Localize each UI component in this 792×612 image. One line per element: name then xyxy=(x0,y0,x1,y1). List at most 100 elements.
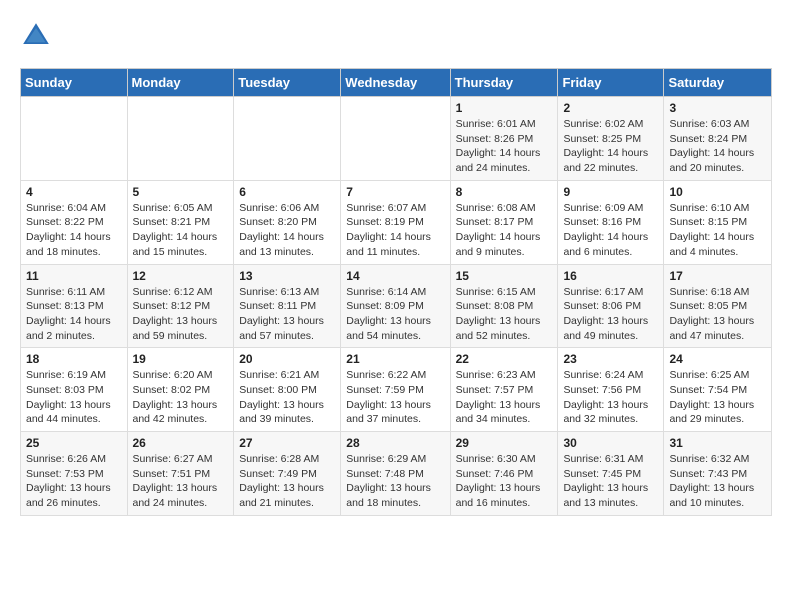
calendar-cell: 17Sunrise: 6:18 AM Sunset: 8:05 PM Dayli… xyxy=(664,264,772,348)
day-info: Sunrise: 6:31 AM Sunset: 7:45 PM Dayligh… xyxy=(563,452,658,511)
day-number: 17 xyxy=(669,269,766,283)
calendar-cell: 28 Sunrise: 6:29 AM Sunset: 7:48 PM Dayli… xyxy=(341,432,450,516)
day-info: Sunrise: 6:08 AM Sunset: 8:17 PM Dayligh… xyxy=(456,201,553,260)
day-info: Sunrise: 6:29 AM Sunset: 7:48 PM Dayligh… xyxy=(346,452,444,511)
calendar-week-row: 1 Sunrise: 6:01 AM Sunset: 8:26 PM Daylig… xyxy=(21,97,772,181)
calendar-cell: 5 Sunrise: 6:05 AM Sunset: 8:21 PM Daylig… xyxy=(127,180,234,264)
day-info: Sunrise: 6:25 AM Sunset: 7:54 PM Dayligh… xyxy=(669,368,766,427)
day-number: 23 xyxy=(563,352,658,366)
calendar-cell xyxy=(21,97,128,181)
day-number: 1 xyxy=(456,101,553,115)
column-header-friday: Friday xyxy=(558,69,664,97)
day-info: Sunrise: 6:06 AM Sunset: 8:20 PM Dayligh… xyxy=(239,201,335,260)
day-info: Sunrise: 6:24 AM Sunset: 7:56 PM Dayligh… xyxy=(563,368,658,427)
calendar-cell: 20 Sunrise: 6:21 AM Sunset: 8:00 PM Dayli… xyxy=(234,348,341,432)
calendar-cell: 4 Sunrise: 6:04 AM Sunset: 8:22 PM Daylig… xyxy=(21,180,128,264)
day-info: Sunrise: 6:30 AM Sunset: 7:46 PM Dayligh… xyxy=(456,452,553,511)
calendar-cell: 2 Sunrise: 6:02 AM Sunset: 8:25 PM Daylig… xyxy=(558,97,664,181)
day-number: 16 xyxy=(563,269,658,283)
day-number: 2 xyxy=(563,101,658,115)
logo xyxy=(20,20,58,52)
calendar-cell xyxy=(234,97,341,181)
day-number: 20 xyxy=(239,352,335,366)
calendar-cell: 21 Sunrise: 6:22 AM Sunset: 7:59 PM Dayli… xyxy=(341,348,450,432)
calendar-cell: 1 Sunrise: 6:01 AM Sunset: 8:26 PM Daylig… xyxy=(450,97,558,181)
day-number: 4 xyxy=(26,185,122,199)
column-header-monday: Monday xyxy=(127,69,234,97)
calendar-table: SundayMondayTuesdayWednesdayThursdayFrid… xyxy=(20,68,772,516)
calendar-cell: 15 Sunrise: 6:15 AM Sunset: 8:08 PM Dayli… xyxy=(450,264,558,348)
calendar-cell: 13Sunrise: 6:13 AM Sunset: 8:11 PM Dayli… xyxy=(234,264,341,348)
calendar-week-row: 25 Sunrise: 6:26 AM Sunset: 7:53 PM Dayli… xyxy=(21,432,772,516)
day-number: 24 xyxy=(669,352,766,366)
day-info: Sunrise: 6:13 AM Sunset: 8:11 PM Dayligh… xyxy=(239,285,335,344)
calendar-cell: 19 Sunrise: 6:20 AM Sunset: 8:02 PM Dayli… xyxy=(127,348,234,432)
calendar-cell: 26 Sunrise: 6:27 AM Sunset: 7:51 PM Dayli… xyxy=(127,432,234,516)
day-info: Sunrise: 6:19 AM Sunset: 8:03 PM Dayligh… xyxy=(26,368,122,427)
day-number: 6 xyxy=(239,185,335,199)
logo-icon xyxy=(20,20,52,52)
day-info: Sunrise: 6:09 AM Sunset: 8:16 PM Dayligh… xyxy=(563,201,658,260)
calendar-cell: 12 Sunrise: 6:12 AM Sunset: 8:12 PM Dayli… xyxy=(127,264,234,348)
day-number: 25 xyxy=(26,436,122,450)
calendar-cell: 27Sunrise: 6:28 AM Sunset: 7:49 PM Dayli… xyxy=(234,432,341,516)
day-info: Sunrise: 6:17 AM Sunset: 8:06 PM Dayligh… xyxy=(563,285,658,344)
day-number: 5 xyxy=(133,185,229,199)
calendar-cell: 7Sunrise: 6:07 AM Sunset: 8:19 PM Daylig… xyxy=(341,180,450,264)
day-number: 21 xyxy=(346,352,444,366)
column-header-wednesday: Wednesday xyxy=(341,69,450,97)
calendar-cell: 6 Sunrise: 6:06 AM Sunset: 8:20 PM Daylig… xyxy=(234,180,341,264)
calendar-cell: 16 Sunrise: 6:17 AM Sunset: 8:06 PM Dayli… xyxy=(558,264,664,348)
day-info: Sunrise: 6:27 AM Sunset: 7:51 PM Dayligh… xyxy=(133,452,229,511)
column-header-sunday: Sunday xyxy=(21,69,128,97)
calendar-cell: 31 Sunrise: 6:32 AM Sunset: 7:43 PM Dayli… xyxy=(664,432,772,516)
day-number: 12 xyxy=(133,269,229,283)
day-number: 9 xyxy=(563,185,658,199)
day-info: Sunrise: 6:02 AM Sunset: 8:25 PM Dayligh… xyxy=(563,117,658,176)
calendar-cell xyxy=(127,97,234,181)
day-number: 10 xyxy=(669,185,766,199)
day-info: Sunrise: 6:21 AM Sunset: 8:00 PM Dayligh… xyxy=(239,368,335,427)
column-header-thursday: Thursday xyxy=(450,69,558,97)
calendar-cell: 23 Sunrise: 6:24 AM Sunset: 7:56 PM Dayli… xyxy=(558,348,664,432)
day-info: Sunrise: 6:15 AM Sunset: 8:08 PM Dayligh… xyxy=(456,285,553,344)
day-number: 18 xyxy=(26,352,122,366)
column-header-tuesday: Tuesday xyxy=(234,69,341,97)
day-number: 11 xyxy=(26,269,122,283)
calendar-cell: 11Sunrise: 6:11 AM Sunset: 8:13 PM Dayli… xyxy=(21,264,128,348)
day-info: Sunrise: 6:01 AM Sunset: 8:26 PM Dayligh… xyxy=(456,117,553,176)
day-info: Sunrise: 6:12 AM Sunset: 8:12 PM Dayligh… xyxy=(133,285,229,344)
day-number: 31 xyxy=(669,436,766,450)
calendar-cell: 18 Sunrise: 6:19 AM Sunset: 8:03 PM Dayli… xyxy=(21,348,128,432)
day-number: 14 xyxy=(346,269,444,283)
day-number: 22 xyxy=(456,352,553,366)
day-info: Sunrise: 6:23 AM Sunset: 7:57 PM Dayligh… xyxy=(456,368,553,427)
calendar-cell: 3 Sunrise: 6:03 AM Sunset: 8:24 PM Daylig… xyxy=(664,97,772,181)
day-number: 28 xyxy=(346,436,444,450)
day-info: Sunrise: 6:32 AM Sunset: 7:43 PM Dayligh… xyxy=(669,452,766,511)
calendar-cell: 30 Sunrise: 6:31 AM Sunset: 7:45 PM Dayli… xyxy=(558,432,664,516)
column-header-saturday: Saturday xyxy=(664,69,772,97)
day-info: Sunrise: 6:20 AM Sunset: 8:02 PM Dayligh… xyxy=(133,368,229,427)
day-info: Sunrise: 6:22 AM Sunset: 7:59 PM Dayligh… xyxy=(346,368,444,427)
calendar-cell: 9 Sunrise: 6:09 AM Sunset: 8:16 PM Daylig… xyxy=(558,180,664,264)
calendar-header-row: SundayMondayTuesdayWednesdayThursdayFrid… xyxy=(21,69,772,97)
day-info: Sunrise: 6:03 AM Sunset: 8:24 PM Dayligh… xyxy=(669,117,766,176)
calendar-week-row: 18 Sunrise: 6:19 AM Sunset: 8:03 PM Dayli… xyxy=(21,348,772,432)
day-number: 15 xyxy=(456,269,553,283)
calendar-cell xyxy=(341,97,450,181)
day-info: Sunrise: 6:05 AM Sunset: 8:21 PM Dayligh… xyxy=(133,201,229,260)
calendar-cell: 14Sunrise: 6:14 AM Sunset: 8:09 PM Dayli… xyxy=(341,264,450,348)
day-info: Sunrise: 6:04 AM Sunset: 8:22 PM Dayligh… xyxy=(26,201,122,260)
calendar-week-row: 4 Sunrise: 6:04 AM Sunset: 8:22 PM Daylig… xyxy=(21,180,772,264)
day-number: 3 xyxy=(669,101,766,115)
day-number: 19 xyxy=(133,352,229,366)
day-number: 7 xyxy=(346,185,444,199)
calendar-cell: 8Sunrise: 6:08 AM Sunset: 8:17 PM Daylig… xyxy=(450,180,558,264)
day-number: 26 xyxy=(133,436,229,450)
day-info: Sunrise: 6:10 AM Sunset: 8:15 PM Dayligh… xyxy=(669,201,766,260)
day-number: 30 xyxy=(563,436,658,450)
calendar-cell: 10 Sunrise: 6:10 AM Sunset: 8:15 PM Dayli… xyxy=(664,180,772,264)
calendar-cell: 22 Sunrise: 6:23 AM Sunset: 7:57 PM Dayli… xyxy=(450,348,558,432)
day-info: Sunrise: 6:26 AM Sunset: 7:53 PM Dayligh… xyxy=(26,452,122,511)
